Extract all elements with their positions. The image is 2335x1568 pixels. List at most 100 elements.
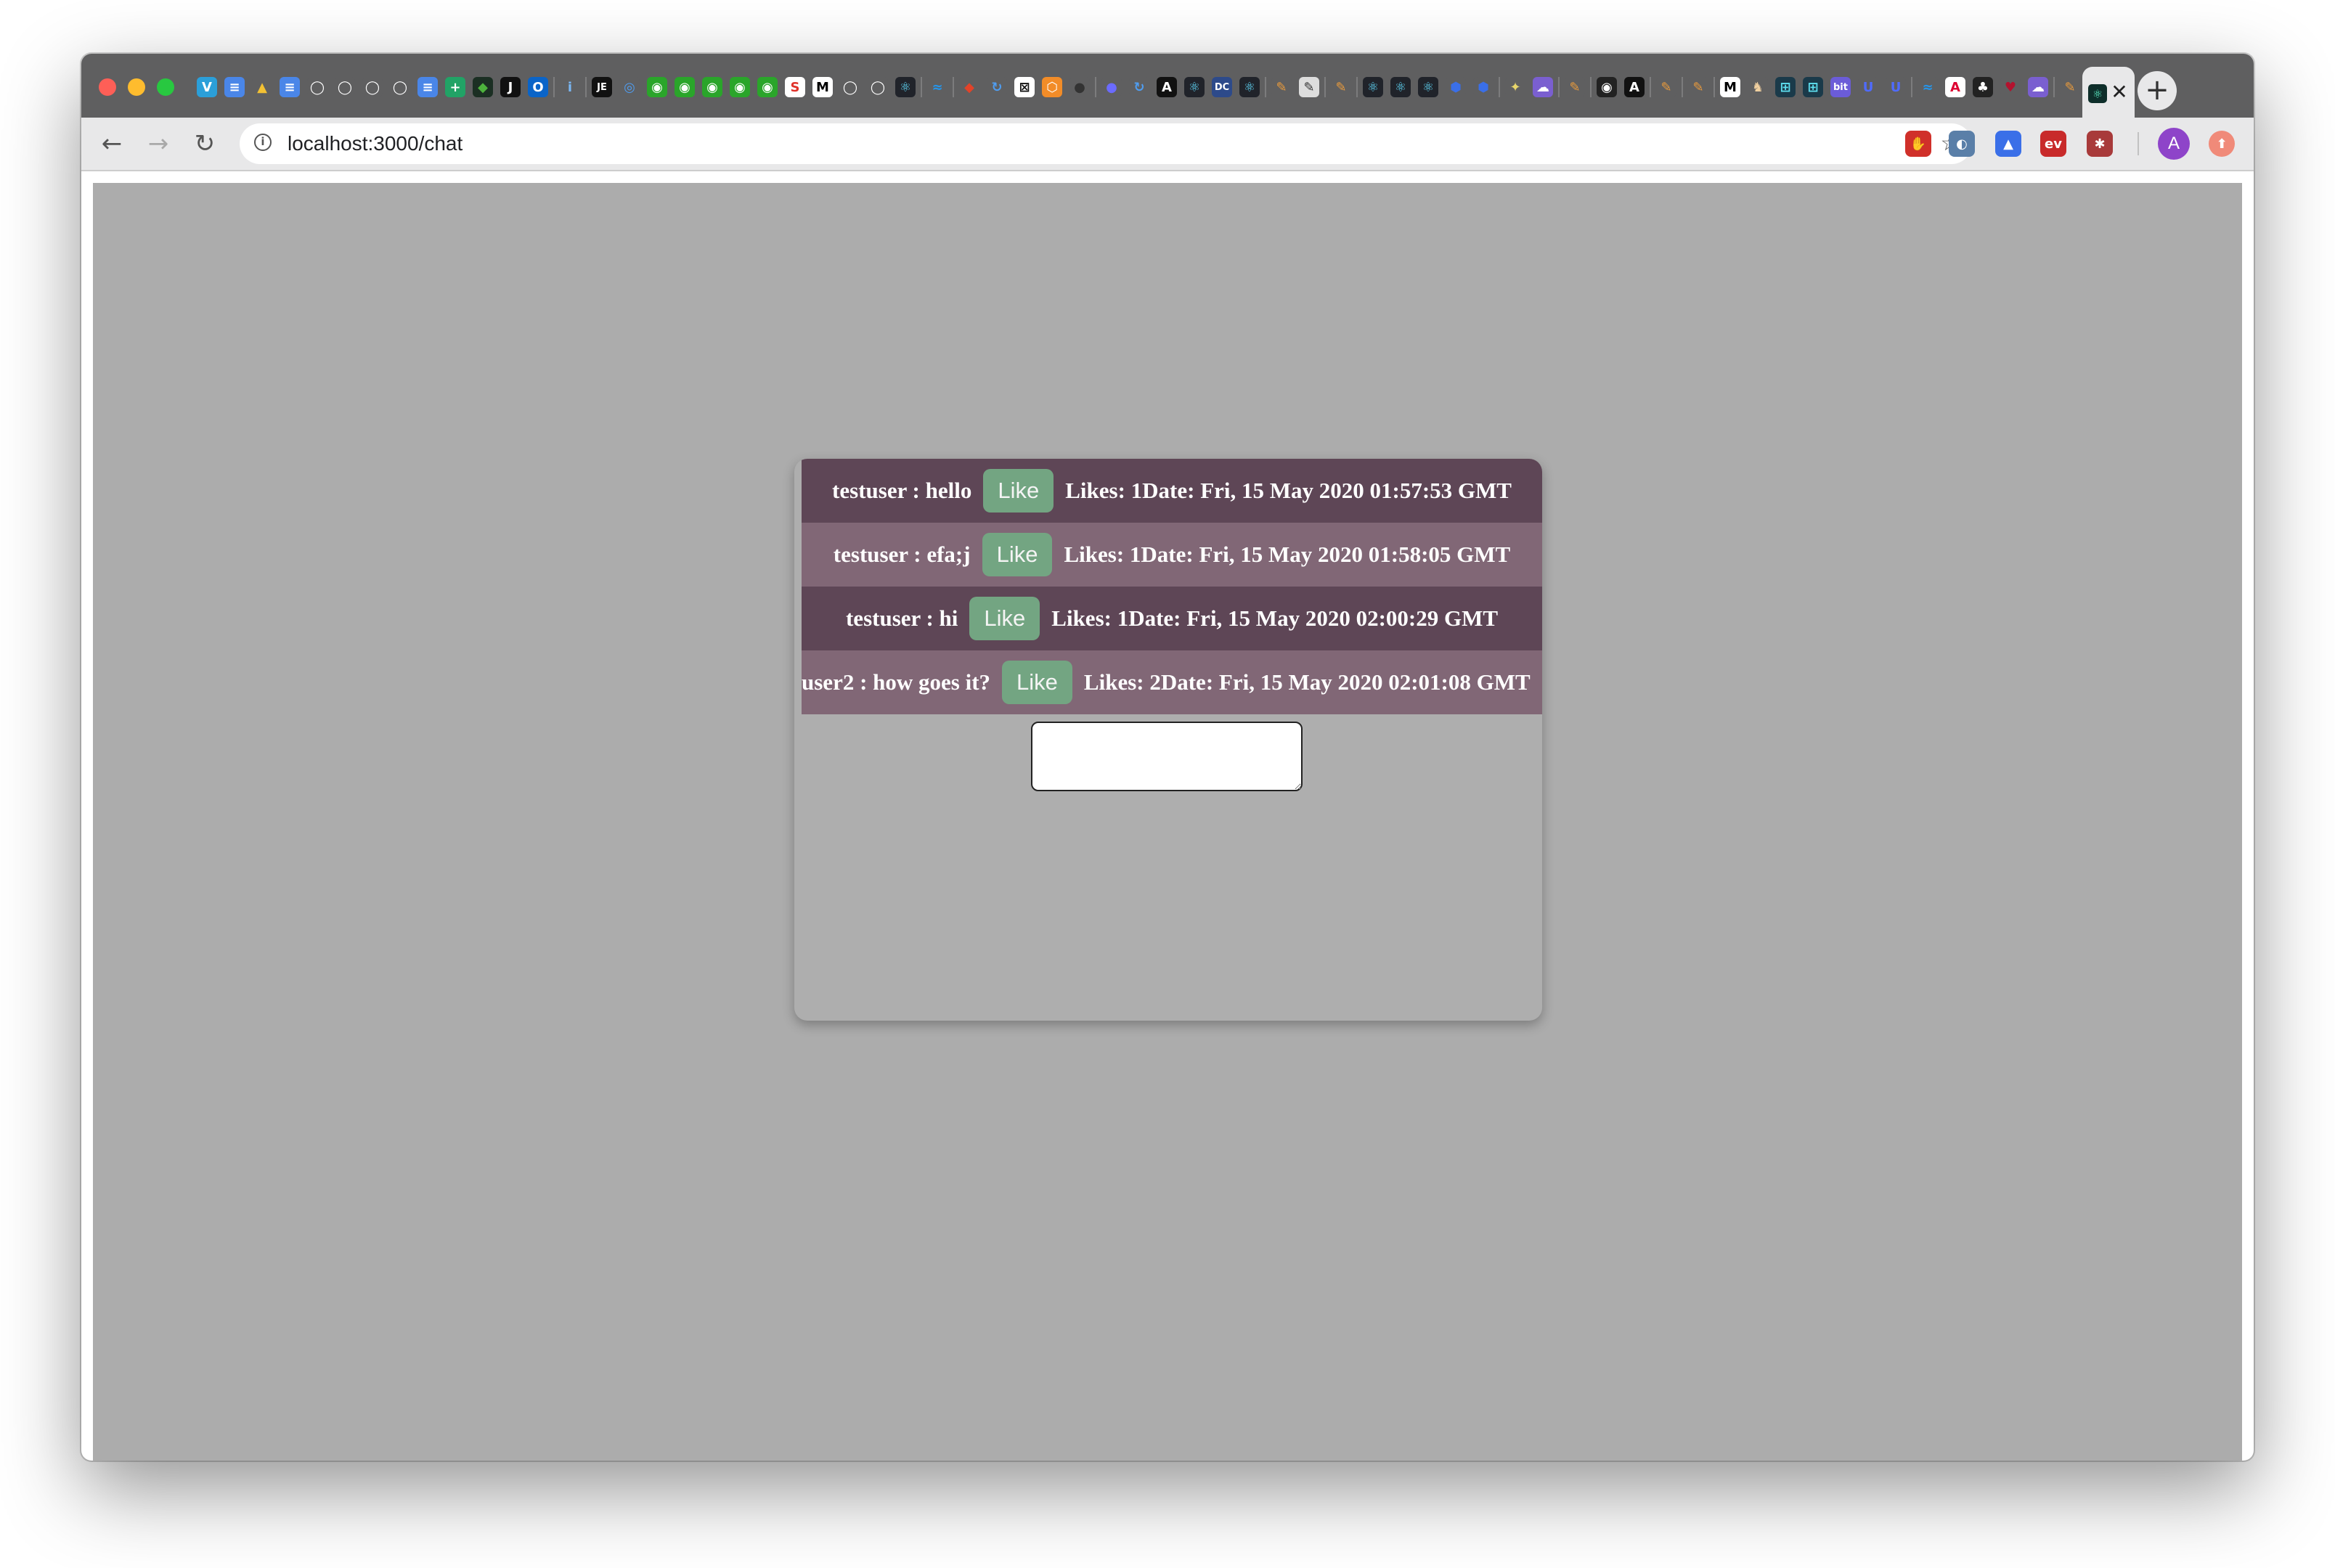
pinned-tab[interactable]: ⊞ [1799, 71, 1827, 103]
pinned-tab[interactable]: V [193, 71, 221, 103]
tab-chat[interactable]: ⚛ ✕ [2082, 67, 2135, 118]
pinned-tab[interactable]: ✎ [1684, 71, 1712, 103]
pinned-tab[interactable]: ◆ [955, 71, 983, 103]
pinned-tab[interactable]: A [1153, 71, 1181, 103]
dc-icon: DC [1212, 77, 1232, 97]
pinned-tab[interactable]: ◉ [698, 71, 726, 103]
pinned-tab[interactable]: ≡ [276, 71, 303, 103]
pinned-tab[interactable]: ◉ [754, 71, 781, 103]
pinned-tab[interactable]: ◉ [1593, 71, 1621, 103]
update-icon[interactable]: ⬆ [2209, 131, 2235, 157]
pinned-tab[interactable]: ◯ [359, 71, 386, 103]
like-button[interactable]: Like [983, 469, 1054, 513]
pinned-tab[interactable]: ♥ [1997, 71, 2024, 103]
reload-icon[interactable]: ↻ [186, 125, 224, 163]
minimize-window-button[interactable] [128, 78, 145, 96]
pinned-tab[interactable]: ≡ [414, 71, 441, 103]
android-icon: ◉ [675, 77, 695, 97]
pinned-tab[interactable]: ◉ [726, 71, 754, 103]
address-bar[interactable]: i localhost:3000/chat ⚿ ☆ [240, 123, 1972, 164]
pinned-tab[interactable]: ◯ [303, 71, 331, 103]
close-window-button[interactable] [99, 78, 116, 96]
pinned-tab[interactable]: ◯ [331, 71, 359, 103]
profile-avatar[interactable]: A [2158, 128, 2190, 160]
pinned-tab[interactable]: bit [1827, 71, 1854, 103]
pinned-tab[interactable]: ◯ [386, 71, 414, 103]
close-icon[interactable]: ✕ [2107, 80, 2132, 105]
pinned-tab[interactable]: ☁ [2024, 71, 2052, 103]
pinned-tab[interactable]: M [809, 71, 836, 103]
info-icon[interactable]: i [254, 134, 272, 151]
pinned-tab[interactable]: ⚛ [1181, 71, 1208, 103]
grid-icon: ⊞ [1803, 77, 1823, 97]
pinned-tab[interactable]: ✎ [1327, 71, 1355, 103]
pinned-tab[interactable]: DC [1208, 71, 1236, 103]
pinned-tab[interactable]: ✎ [1268, 71, 1295, 103]
url-text[interactable]: localhost:3000/chat [288, 132, 462, 155]
pinned-tab[interactable]: + [441, 71, 469, 103]
pinned-tab[interactable]: ⚛ [1387, 71, 1414, 103]
pinned-tab[interactable]: ⊞ [1772, 71, 1799, 103]
pinned-tab[interactable]: ◯ [836, 71, 864, 103]
pinned-tab[interactable]: ✎ [1561, 71, 1589, 103]
pinned-tab[interactable]: ↻ [1125, 71, 1153, 103]
pinned-tab[interactable]: ◉ [671, 71, 698, 103]
pinned-tab[interactable]: ◎ [616, 71, 643, 103]
pinned-tab[interactable]: ▲ [248, 71, 276, 103]
docker-icon: ≈ [927, 77, 948, 97]
drive-icon: ▲ [252, 77, 272, 97]
github-icon: ◯ [390, 77, 410, 97]
pinned-tab[interactable]: ⚛ [1236, 71, 1263, 103]
ev-icon[interactable]: ev [2040, 131, 2066, 157]
maximize-window-button[interactable] [157, 78, 174, 96]
pinned-tab[interactable]: S [781, 71, 809, 103]
spy-icon[interactable]: ◐ [1949, 131, 1975, 157]
graduation-icon[interactable]: ▲ [1995, 131, 2021, 157]
pinned-tab[interactable]: M [1716, 71, 1744, 103]
pinned-tab[interactable]: i [556, 71, 584, 103]
pinned-tab[interactable]: ♣ [1969, 71, 1997, 103]
new-tab-button[interactable]: + [2138, 71, 2177, 110]
pinned-tab[interactable]: ⚛ [1414, 71, 1442, 103]
like-button[interactable]: Like [969, 597, 1040, 640]
pinned-tab[interactable]: ● [1098, 71, 1125, 103]
pinned-tab[interactable]: ☁ [1529, 71, 1557, 103]
pinned-tab[interactable]: ✎ [2056, 71, 2084, 103]
pinned-tab[interactable]: JE [588, 71, 616, 103]
pinned-tab[interactable]: ⊠ [1011, 71, 1038, 103]
pinned-tab[interactable]: ≈ [924, 71, 951, 103]
pinned-tab[interactable]: O [524, 71, 552, 103]
pinned-tab[interactable]: ≈ [1914, 71, 1941, 103]
message-input[interactable] [1031, 722, 1303, 791]
back-arrow-icon[interactable]: ← [93, 125, 131, 163]
pinned-tab[interactable]: ♞ [1744, 71, 1772, 103]
pinned-tab[interactable]: ◉ [643, 71, 671, 103]
like-button[interactable]: Like [1002, 661, 1072, 704]
pinned-tab[interactable]: U [1854, 71, 1882, 103]
pinned-tab[interactable]: ⬢ [1442, 71, 1470, 103]
pinned-tab[interactable]: ◆ [469, 71, 497, 103]
pinned-tab[interactable]: ✦ [1501, 71, 1529, 103]
adblock-icon[interactable]: ✋ [1905, 131, 1931, 157]
forward-arrow-icon[interactable]: → [139, 125, 177, 163]
pinned-tab[interactable]: ↻ [983, 71, 1011, 103]
pinned-tab[interactable]: A [1941, 71, 1969, 103]
chat-panel: testuser : hello Like Likes: 1Date: Fri, 1… [794, 459, 1542, 1021]
like-button[interactable]: Like [982, 533, 1053, 576]
puzzle-icon[interactable]: ✱ [2087, 131, 2113, 157]
message-row: testuser : hello Like Likes: 1Date: Fri, 1… [802, 459, 1542, 523]
pinned-tab[interactable]: A [1621, 71, 1648, 103]
pinned-tab[interactable]: ✎ [1653, 71, 1680, 103]
pinned-tab[interactable]: ⚛ [1359, 71, 1387, 103]
box-icon: ⊠ [1014, 77, 1035, 97]
pinned-tab[interactable]: ⬡ [1038, 71, 1066, 103]
pinned-tab[interactable]: ◯ [864, 71, 892, 103]
pinned-tab[interactable]: ✎ [1295, 71, 1323, 103]
pinned-tab[interactable]: ● [1066, 71, 1093, 103]
pinned-tab[interactable]: J [497, 71, 524, 103]
pinned-tab[interactable]: U [1882, 71, 1910, 103]
pinned-tab[interactable]: ⬢ [1470, 71, 1497, 103]
pinned-tab[interactable]: ≡ [221, 71, 248, 103]
pinned-tab[interactable]: ⚛ [892, 71, 919, 103]
tab-separator [1682, 77, 1683, 97]
